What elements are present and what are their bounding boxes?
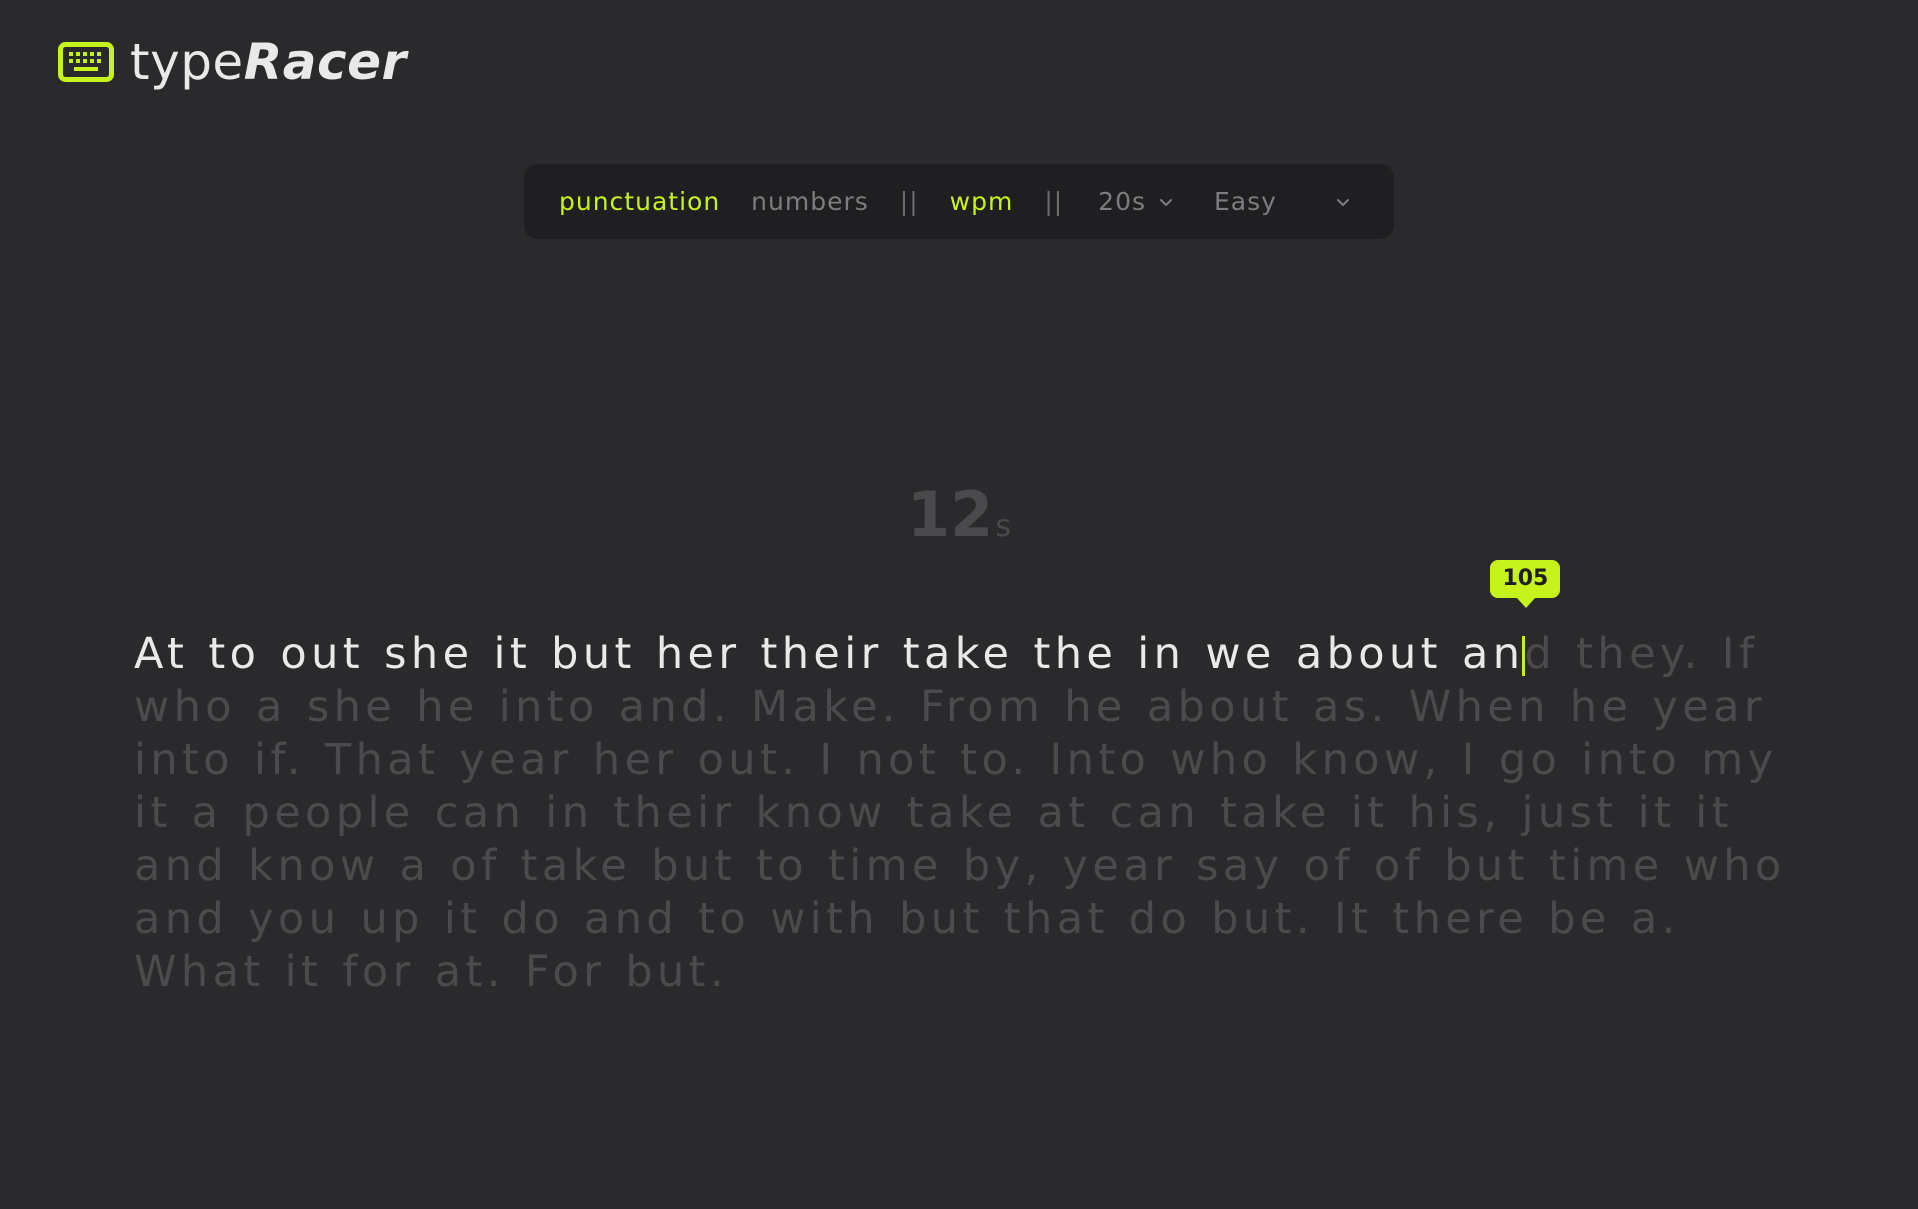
typing-text-area[interactable]: At to out she it but her their take the …: [134, 560, 1814, 999]
chevron-down-icon: [1160, 198, 1173, 206]
keyboard-icon: [58, 42, 114, 82]
wpm-toggle[interactable]: wpm: [950, 187, 1014, 216]
timer-value: 12: [907, 478, 994, 551]
typing-caret: [1522, 636, 1526, 676]
live-wpm-badge: 105: [1490, 560, 1561, 608]
settings-toolbar: punctuation numbers || wpm || 20s Easy: [524, 164, 1394, 239]
difficulty-value: Easy: [1214, 187, 1277, 216]
app-logo[interactable]: typeRacer: [58, 32, 407, 92]
difficulty-select[interactable]: Easy: [1214, 187, 1351, 216]
duration-select[interactable]: 20s: [1098, 187, 1174, 216]
punctuation-toggle[interactable]: punctuation: [559, 187, 720, 216]
toolbar-separator: ||: [899, 187, 919, 216]
chevron-down-icon: [1336, 198, 1349, 206]
duration-value: 20s: [1098, 187, 1147, 216]
app-title: typeRacer: [130, 32, 407, 92]
app-title-bold: Racer: [243, 33, 407, 91]
countdown-timer: 12s: [0, 478, 1918, 564]
remaining-text: d they. If who a she he into and. Make. …: [134, 629, 1786, 997]
numbers-toggle[interactable]: numbers: [751, 187, 869, 216]
app-title-light: type: [130, 33, 244, 91]
toolbar-separator: ||: [1044, 187, 1064, 216]
timer-unit: s: [995, 509, 1011, 544]
typed-text: At to out she it but her their take the …: [134, 629, 1525, 679]
